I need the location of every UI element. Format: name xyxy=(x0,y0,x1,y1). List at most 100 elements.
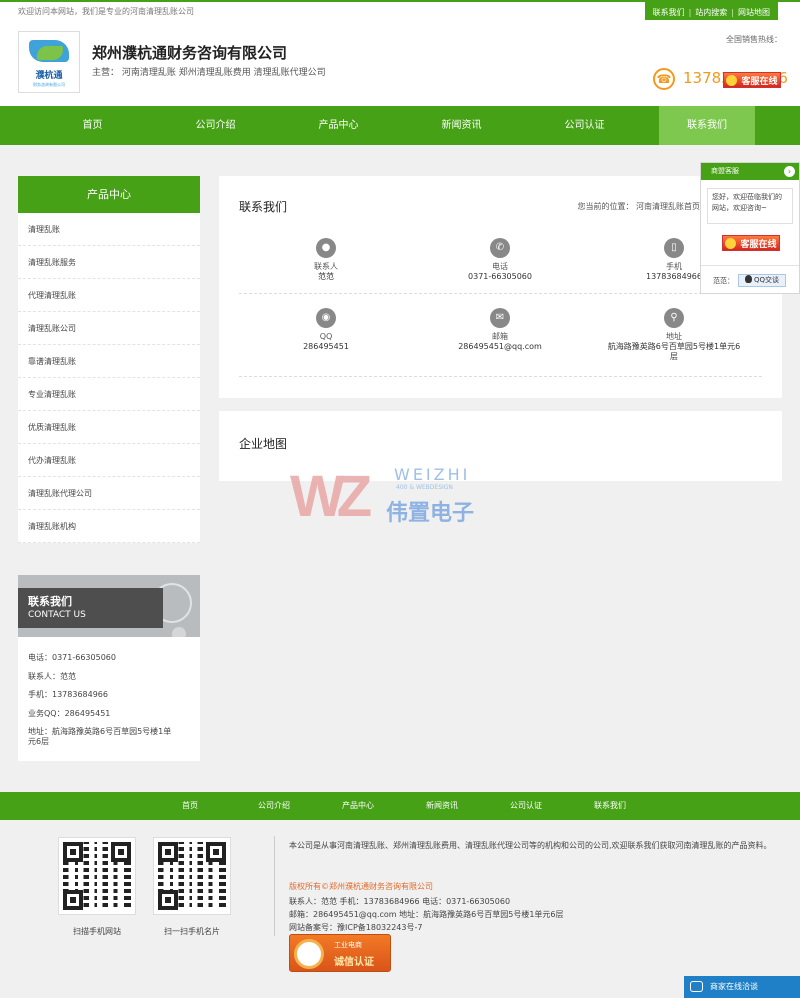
footer-contact-line: 邮箱：286495451@qq.com 地址：航海路豫英路6号百草园5号楼1单元… xyxy=(289,910,564,919)
qq-penguin-icon xyxy=(744,275,752,283)
sidebar-item[interactable]: 清理乱账机构 xyxy=(18,510,200,543)
contact-item-label: 电话 xyxy=(492,262,508,271)
company-logo[interactable]: 濮杭通 财务咨询有限公司 xyxy=(18,31,80,93)
chat-icon xyxy=(690,981,703,992)
divider xyxy=(239,376,762,377)
footer-nav-contact[interactable]: 联系我们 xyxy=(568,792,652,820)
contact-item: ⚲ 地址 航海路豫英路6号百草园5号楼1单元6 层 xyxy=(584,308,764,362)
footer-intro: 本公司是从事河南清理乱账、郑州清理乱账费用、清理乱账代理公司等的机构和公司的公司… xyxy=(289,841,772,850)
sidebar-item[interactable]: 清理乱账 xyxy=(18,213,200,246)
nav-news[interactable]: 新闻资讯 xyxy=(400,106,523,145)
service-face-icon xyxy=(725,237,737,249)
qr-label: 扫描手机网站 xyxy=(73,927,121,936)
nav-home[interactable]: 首页 xyxy=(31,106,154,145)
sidebar-item[interactable]: 清理乱账公司 xyxy=(18,312,200,345)
chevron-right-icon[interactable]: › xyxy=(784,166,795,177)
qr-finder xyxy=(158,842,178,862)
contact-item-value: 范范 xyxy=(318,272,334,281)
footer-copyright: 版权所有©郑州濮杭通财务咨询有限公司 xyxy=(289,882,433,891)
map-title: 企业地图 xyxy=(239,437,288,451)
contact-lines: 电话：0371-66305060 联系人：范范 手机：13783684966 业… xyxy=(18,637,200,747)
divider xyxy=(274,836,275,936)
nav-contact[interactable]: 联系我们 xyxy=(659,106,755,145)
sidebar-list: 清理乱账 清理乱账服务 代理清理乱账 清理乱账公司 靠谱清理乱账 专业清理乱账 … xyxy=(18,213,200,543)
nav-about[interactable]: 公司介绍 xyxy=(154,106,277,145)
footer-icp[interactable]: 网站备案号：豫ICP备18032243号-7 xyxy=(289,922,422,933)
contact-item: ◉ QQ 286495451 xyxy=(236,308,416,352)
footer-contact-line: 联系人：范范 手机：13783684966 电话：0371-66305060 xyxy=(289,897,511,906)
online-chat-bar[interactable]: 商家在线洽谈 xyxy=(684,976,800,998)
phone-icon: ☎ xyxy=(653,68,675,90)
welcome-text: 欢迎访问本网站，我们是专业的河南清理乱账公司 xyxy=(18,7,194,16)
breadcrumb[interactable]: 您当前的位置： 河南清理乱账首页 xyxy=(577,201,700,212)
contact-item-value: 0371-66305060 xyxy=(468,272,532,281)
service-face-icon xyxy=(726,74,738,86)
cert-seal-icon xyxy=(294,939,324,969)
online-service-button[interactable]: 客服在线 xyxy=(723,72,781,88)
sidebar-item[interactable]: 代理清理乱账 xyxy=(18,279,200,312)
qq-chat-button[interactable]: QQ交谈 xyxy=(738,274,786,287)
contact-person: 联系人：范范 xyxy=(28,671,76,681)
contact-address: 地址：航海路豫英路6号百草园5号楼1单 xyxy=(28,727,172,736)
contact-qq: 业务QQ：286495451 xyxy=(28,708,111,718)
contact-address-cont: 元6层 xyxy=(28,737,50,746)
logo-shape xyxy=(37,46,63,60)
top-link-sitemap[interactable]: 网站地图 xyxy=(734,7,774,18)
person-icon: ● xyxy=(316,238,336,258)
footer-nav-about[interactable]: 公司介绍 xyxy=(232,792,316,820)
online-service-label: 客服在线 xyxy=(741,76,778,87)
logo-subtext: 财务咨询有限公司 xyxy=(33,82,65,87)
integrity-cert-badge[interactable]: 工业电商 诚信认证 xyxy=(289,934,391,972)
main-nav: 首页 公司介绍 产品中心 新闻资讯 公司认证 联系我们 xyxy=(0,106,800,145)
divider xyxy=(701,265,799,266)
product-sidebar: 产品中心 清理乱账 清理乱账服务 代理清理乱账 清理乱账公司 靠谱清理乱账 专业… xyxy=(18,176,200,543)
qr-finder xyxy=(206,842,226,862)
contact-item-value: 航海路豫英路6号百草园5号楼1单元6 xyxy=(607,342,741,351)
contact-item-label: 联系人 xyxy=(314,262,338,271)
widget-online-service-button[interactable]: 客服在线 xyxy=(722,235,780,251)
watermark-cn: 伟置电子 xyxy=(386,501,475,526)
qr-finder xyxy=(63,890,83,910)
sidebar-item[interactable]: 优质清理乱账 xyxy=(18,411,200,444)
decorative-circle xyxy=(172,627,186,637)
contact-item: ✆ 电话 0371-66305060 xyxy=(410,238,590,282)
watermark-sub: 400 & WEBDESIGN xyxy=(396,484,453,491)
top-link-search[interactable]: 站内搜索 xyxy=(691,7,731,18)
footer-nav-certification[interactable]: 公司认证 xyxy=(484,792,568,820)
nav-certification[interactable]: 公司认证 xyxy=(523,106,646,145)
qq-icon: ◉ xyxy=(316,308,336,328)
top-link-contact[interactable]: 联系我们 xyxy=(649,7,689,18)
header: 濮杭通 财务咨询有限公司 郑州濮杭通财务咨询有限公司 主营： 河南清理乱账 郑州… xyxy=(0,20,800,106)
sidebar-item[interactable]: 专业清理乱账 xyxy=(18,378,200,411)
contact-item-value: 286495451@qq.com xyxy=(458,342,542,351)
service-message: 您好，欢迎莅临我们的网站，欢迎咨询~ xyxy=(707,188,793,224)
contact-item-label: QQ xyxy=(319,332,333,341)
contact-item-label: 邮箱 xyxy=(492,332,508,341)
contact-item-value: 286495451 xyxy=(303,342,349,351)
sidebar-item[interactable]: 代办清理乱账 xyxy=(18,444,200,477)
qq-chat-label: QQ交谈 xyxy=(753,276,780,284)
top-bar: 欢迎访问本网站，我们是专业的河南清理乱账公司 联系我们 | 站内搜索 | 网站地… xyxy=(0,0,800,22)
main-business: 主营： 河南清理乱账 郑州清理乱账费用 清理乱账代理公司 xyxy=(92,68,326,78)
sidebar-item[interactable]: 清理乱账服务 xyxy=(18,246,200,279)
mobile-icon: ▯ xyxy=(664,238,684,258)
chat-bar-label: 商家在线洽谈 xyxy=(710,982,758,991)
phone-icon: ✆ xyxy=(490,238,510,258)
divider xyxy=(239,293,762,294)
contact-box-subtitle: CONTACT US xyxy=(28,610,86,620)
footer-nav-products[interactable]: 产品中心 xyxy=(316,792,400,820)
contact-panel: 联系我们 您当前的位置： 河南清理乱账首页 ● 联系人 范范 ✆ 电话 0371… xyxy=(219,176,782,398)
location-icon: ⚲ xyxy=(664,308,684,328)
qr-finder xyxy=(63,842,83,862)
online-service-label: 客服在线 xyxy=(740,239,777,250)
contact-phone: 电话：0371-66305060 xyxy=(28,653,116,662)
business-card-qr-code xyxy=(153,837,231,915)
footer-nav-news[interactable]: 新闻资讯 xyxy=(400,792,484,820)
sidebar-item[interactable]: 清理乱账代理公司 xyxy=(18,477,200,510)
sidebar-item[interactable]: 靠谱清理乱账 xyxy=(18,345,200,378)
company-name: 郑州濮杭通财务咨询有限公司 xyxy=(92,44,288,62)
footer-nav-home[interactable]: 首页 xyxy=(148,792,232,820)
watermark-name: WEIZHI xyxy=(394,465,471,484)
nav-products[interactable]: 产品中心 xyxy=(277,106,400,145)
contact-item: ● 联系人 范范 xyxy=(236,238,416,282)
